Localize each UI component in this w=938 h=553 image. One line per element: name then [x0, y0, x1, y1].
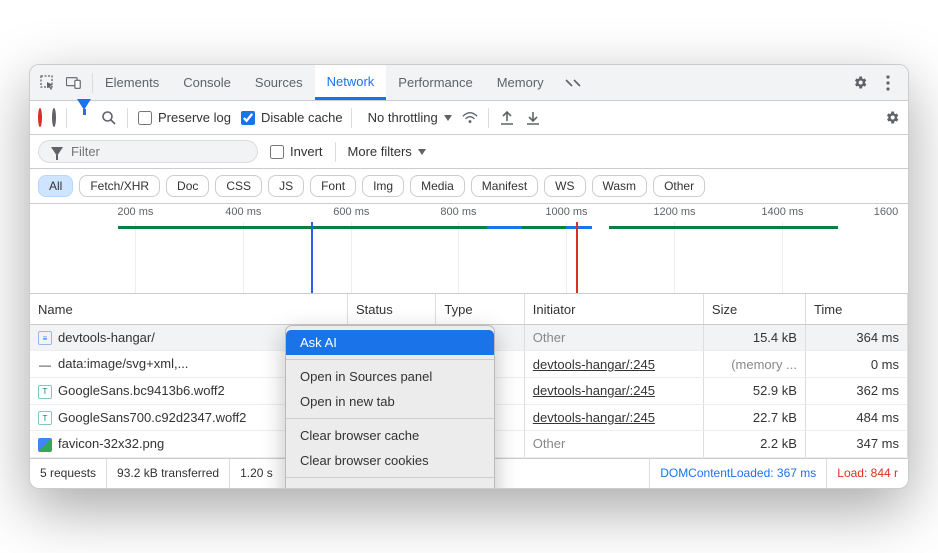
cell-size: 22.7 kB	[703, 404, 805, 431]
col-header-name[interactable]: Name	[30, 294, 347, 324]
type-pill-img[interactable]: Img	[362, 175, 404, 197]
tick-label: 1600	[874, 206, 898, 218]
initiator-text: Other	[533, 330, 566, 345]
devtools-tabbar: Elements Console Sources Network Perform…	[30, 65, 908, 101]
filter-text-field[interactable]	[71, 144, 247, 159]
search-icon[interactable]	[101, 110, 117, 126]
cell-time: 347 ms	[805, 431, 907, 458]
cell-initiator: devtools-hangar/:245	[524, 404, 703, 431]
tick-label: 600 ms	[333, 206, 369, 218]
summary-load: Load: 844 r	[827, 459, 908, 488]
cell-initiator: devtools-hangar/:245	[524, 377, 703, 404]
settings-gear-icon[interactable]	[852, 75, 868, 91]
preserve-log-checkbox[interactable]: Preserve log	[138, 110, 231, 125]
tick-label: 1000 ms	[545, 206, 587, 218]
filter-input[interactable]	[38, 140, 258, 163]
menu-item-clear-cache[interactable]: Clear browser cache	[286, 423, 494, 448]
tab-sources[interactable]: Sources	[243, 65, 315, 100]
inspect-element-icon[interactable]	[40, 75, 56, 91]
cell-initiator: Other	[524, 431, 703, 458]
cell-initiator: devtools-hangar/:245	[524, 351, 703, 378]
cell-time: 362 ms	[805, 377, 907, 404]
col-header-size[interactable]: Size	[703, 294, 805, 324]
type-pill-other[interactable]: Other	[653, 175, 705, 197]
col-header-initiator[interactable]: Initiator	[524, 294, 703, 324]
cell-size: 2.2 kB	[703, 431, 805, 458]
cell-time: 364 ms	[805, 324, 907, 351]
type-pill-font[interactable]: Font	[310, 175, 356, 197]
chevron-down-icon	[418, 149, 426, 155]
tab-network[interactable]: Network	[315, 65, 387, 100]
download-har-icon[interactable]	[525, 110, 541, 126]
clear-button-icon[interactable]	[52, 110, 56, 125]
type-pill-fetchxhr[interactable]: Fetch/XHR	[79, 175, 160, 197]
col-header-type[interactable]: Type	[436, 294, 524, 324]
col-header-status[interactable]: Status	[347, 294, 435, 324]
initiator-link[interactable]: devtools-hangar/:245	[533, 410, 655, 425]
preserve-log-label: Preserve log	[158, 110, 231, 125]
context-menu: Ask AI Open in Sources panel Open in new…	[285, 325, 495, 488]
cell-size: (memory ...	[703, 351, 805, 378]
table-header-row: Name Status Type Initiator Size Time	[30, 294, 908, 324]
invert-checkbox[interactable]: Invert	[270, 144, 323, 159]
menu-item-ask-ai[interactable]: Ask AI	[286, 330, 494, 355]
disable-cache-label: Disable cache	[261, 110, 343, 125]
cell-size: 52.9 kB	[703, 377, 805, 404]
tab-memory[interactable]: Memory	[485, 65, 556, 100]
more-filters-label: More filters	[348, 144, 412, 159]
cell-size: 15.4 kB	[703, 324, 805, 351]
tick-label: 1200 ms	[653, 206, 695, 218]
tab-elements[interactable]: Elements	[93, 65, 171, 100]
disable-cache-checkbox[interactable]: Disable cache	[241, 110, 343, 125]
type-pill-doc[interactable]: Doc	[166, 175, 209, 197]
filter-toggle-icon[interactable]	[77, 110, 91, 125]
initiator-link[interactable]: devtools-hangar/:245	[533, 383, 655, 398]
tick-label: 200 ms	[117, 206, 153, 218]
tab-console[interactable]: Console	[171, 65, 243, 100]
chevron-down-icon	[444, 115, 452, 121]
menu-item-open-tab[interactable]: Open in new tab	[286, 389, 494, 414]
record-button-icon[interactable]	[38, 110, 42, 125]
cell-initiator: Other	[524, 324, 703, 351]
throttling-label: No throttling	[368, 110, 438, 125]
summary-domcontentloaded: DOMContentLoaded: 367 ms	[650, 459, 827, 488]
timeline-overview[interactable]: 200 ms 400 ms 600 ms 800 ms 1000 ms 1200…	[30, 204, 908, 294]
more-filters-button[interactable]: More filters	[348, 144, 426, 159]
type-pill-js[interactable]: JS	[268, 175, 304, 197]
tick-label: 400 ms	[225, 206, 261, 218]
panel-settings-gear-icon[interactable]	[884, 110, 900, 126]
filter-icon	[51, 147, 63, 156]
summary-requests: 5 requests	[30, 459, 107, 488]
type-pill-manifest[interactable]: Manifest	[471, 175, 538, 197]
cell-time: 484 ms	[805, 404, 907, 431]
type-pill-wasm[interactable]: Wasm	[592, 175, 648, 197]
summary-transferred: 93.2 kB transferred	[107, 459, 230, 488]
upload-har-icon[interactable]	[499, 110, 515, 126]
resource-type-filter: All Fetch/XHR Doc CSS JS Font Img Media …	[30, 169, 908, 204]
invert-label: Invert	[290, 144, 323, 159]
device-toolbar-icon[interactable]	[66, 75, 82, 91]
tick-label: 1400 ms	[761, 206, 803, 218]
col-header-time[interactable]: Time	[805, 294, 907, 324]
menu-item-clear-cookies[interactable]: Clear browser cookies	[286, 448, 494, 473]
type-pill-all[interactable]: All	[38, 175, 73, 197]
network-toolbar: Preserve log Disable cache No throttling	[30, 101, 908, 135]
kebab-menu-icon[interactable]	[880, 75, 896, 91]
tick-label: 800 ms	[440, 206, 476, 218]
type-pill-ws[interactable]: WS	[544, 175, 585, 197]
menu-item-open-sources[interactable]: Open in Sources panel	[286, 364, 494, 389]
network-conditions-icon[interactable]	[462, 110, 478, 126]
initiator-text: Other	[533, 436, 566, 451]
type-pill-css[interactable]: CSS	[215, 175, 262, 197]
tab-performance[interactable]: Performance	[386, 65, 484, 100]
tabs-overflow-icon[interactable]	[556, 65, 590, 100]
type-pill-media[interactable]: Media	[410, 175, 465, 197]
initiator-link[interactable]: devtools-hangar/:245	[533, 357, 655, 372]
menu-item-copy[interactable]: Copy	[286, 482, 494, 488]
filter-bar: Invert More filters	[30, 135, 908, 169]
throttling-select[interactable]: No throttling	[362, 110, 452, 125]
cell-time: 0 ms	[805, 351, 907, 378]
